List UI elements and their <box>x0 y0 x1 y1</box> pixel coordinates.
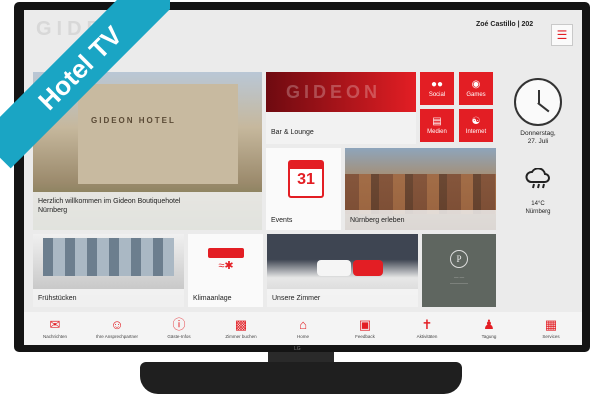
tile-label: Events <box>271 217 293 224</box>
tile-label: Klimaanlage <box>193 295 232 302</box>
brand-monogram: P <box>450 250 468 268</box>
tile-label: Herzlich willkommen im Gideon Boutiqueho… <box>38 198 181 214</box>
weather-text: 14°C Nürnberg <box>525 201 551 215</box>
menu-button[interactable]: ☰ <box>551 24 573 46</box>
city-image <box>345 174 496 214</box>
tile-label: Nürnberg erleben <box>350 217 405 224</box>
globe-icon: ☯ <box>471 115 481 127</box>
nav-aktivitaeten[interactable]: ✝ Aktivitäten <box>398 317 456 340</box>
tile-fruehstuecken[interactable]: Frühstücken <box>33 234 184 307</box>
tv-brand-logo: LG <box>294 346 301 352</box>
gamepad-icon: ◉ <box>471 78 481 90</box>
tile-unsere-zimmer[interactable]: Unsere Zimmer <box>267 234 418 307</box>
contact-icon: ☺ <box>110 317 124 332</box>
newspaper-icon: ▤ <box>432 115 442 127</box>
bottom-nav: ✉ Nachrichten ☺ Ihre Ansprechpartner ⓘ G… <box>24 312 582 345</box>
hotel-tv-ribbon: Hotel TV <box>0 0 170 170</box>
air-conditioner-icon: ≈✱ <box>208 248 244 274</box>
calendar-icon: 31 <box>288 160 324 198</box>
bed-icon: ▩ <box>234 317 248 332</box>
nav-feedback[interactable]: ▣ Feedback <box>336 317 394 340</box>
tile-label: Bar & Lounge <box>271 129 314 136</box>
nav-ansprechpartner[interactable]: ☺ Ihre Ansprechpartner <box>88 317 146 340</box>
rain-cloud-icon <box>524 166 552 194</box>
tile-medien[interactable]: ▤ Medien <box>420 109 454 142</box>
nav-gaeste-infos[interactable]: ⓘ Gäste-Infos <box>150 317 208 340</box>
clock-weather-panel: Donnerstag, 27. Juli 14°C Nürnberg <box>502 72 574 232</box>
ribbon-label: Hotel TV <box>0 0 170 169</box>
tile-events[interactable]: 31 Events <box>266 148 341 230</box>
bed-image <box>317 260 351 276</box>
bar-logo-text: GIDEON <box>286 82 382 102</box>
nav-zimmer-buchen[interactable]: ▩ Zimmer buchen <box>212 317 270 340</box>
tile-games[interactable]: ◉ Games <box>459 72 493 105</box>
nav-home[interactable]: ⌂ Home <box>274 317 332 340</box>
bed-image-accent <box>353 260 383 276</box>
nav-nachrichten[interactable]: ✉ Nachrichten <box>26 317 84 340</box>
tv-stand-base <box>140 362 462 394</box>
tile-label: Unsere Zimmer <box>272 295 321 302</box>
info-icon: ⓘ <box>172 317 186 332</box>
tile-partner-brand[interactable]: P — — ———— <box>422 234 496 307</box>
date-text: Donnerstag, 27. Juli <box>520 130 556 145</box>
tile-internet[interactable]: ☯ Internet <box>459 109 493 142</box>
restaurant-image <box>43 238 174 276</box>
envelope-icon: ✉ <box>49 317 61 332</box>
brand-logo-lettering: — — ———— <box>450 274 468 285</box>
tile-bar-lounge[interactable]: GIDEON Bar & Lounge <box>266 72 416 144</box>
tile-label: Frühstücken <box>38 295 77 302</box>
meeting-icon: ♟ <box>483 317 495 332</box>
tile-social[interactable]: ●● Social <box>420 72 454 105</box>
user-info: Zoé Castillo | 202 <box>476 21 534 28</box>
tile-nuernberg-erleben[interactable]: Nürnberg erleben <box>345 148 496 230</box>
nav-tagung[interactable]: ♟ Tagung <box>460 317 518 340</box>
feedback-icon: ▣ <box>358 317 372 332</box>
grid-icon: ▦ <box>544 317 558 332</box>
home-icon: ⌂ <box>299 317 307 332</box>
tile-klimaanlage[interactable]: ≈✱ Klimaanlage <box>188 234 263 307</box>
nav-services[interactable]: ▦ Services <box>522 317 580 340</box>
signpost-icon: ✝ <box>421 317 433 332</box>
hamburger-icon: ☰ <box>556 28 568 42</box>
people-icon: ●● <box>430 78 444 90</box>
analog-clock <box>514 78 562 126</box>
